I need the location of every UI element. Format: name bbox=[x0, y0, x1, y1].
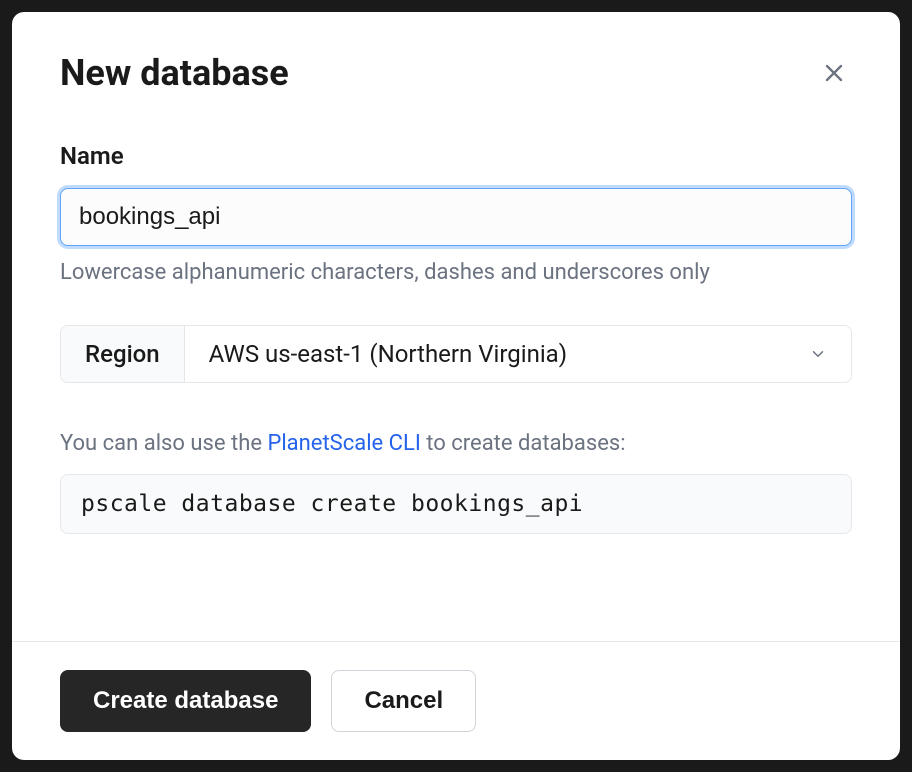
cli-section: You can also use the PlanetScale CLI to … bbox=[60, 431, 852, 534]
chevron-down-icon bbox=[809, 345, 827, 363]
modal-body: Name Lowercase alphanumeric characters, … bbox=[12, 94, 900, 641]
name-field-group: Name Lowercase alphanumeric characters, … bbox=[60, 142, 852, 285]
new-database-modal: New database Name Lowercase alphanumeric… bbox=[12, 12, 900, 760]
cli-hint-text: You can also use the PlanetScale CLI to … bbox=[60, 431, 852, 456]
region-selected-value: AWS us-east-1 (Northern Virginia) bbox=[209, 340, 567, 368]
modal-footer: Create database Cancel bbox=[12, 641, 900, 760]
modal-title: New database bbox=[60, 52, 289, 94]
name-hint: Lowercase alphanumeric characters, dashe… bbox=[60, 260, 852, 285]
planetscale-cli-link[interactable]: PlanetScale CLI bbox=[267, 431, 420, 456]
database-name-input[interactable] bbox=[60, 188, 852, 246]
cancel-button[interactable]: Cancel bbox=[331, 670, 476, 732]
modal-header: New database bbox=[12, 12, 900, 94]
cli-hint-suffix: to create databases: bbox=[421, 431, 626, 456]
region-label: Region bbox=[61, 326, 185, 382]
create-database-button[interactable]: Create database bbox=[60, 670, 311, 732]
region-field-group: Region AWS us-east-1 (Northern Virginia) bbox=[60, 325, 852, 383]
cli-command-block: pscale database create bookings_api bbox=[60, 474, 852, 534]
region-dropdown[interactable]: AWS us-east-1 (Northern Virginia) bbox=[185, 326, 851, 382]
cli-hint-prefix: You can also use the bbox=[60, 431, 267, 456]
region-select: Region AWS us-east-1 (Northern Virginia) bbox=[60, 325, 852, 383]
close-icon bbox=[820, 59, 848, 87]
close-button[interactable] bbox=[816, 55, 852, 91]
name-label: Name bbox=[60, 142, 852, 170]
